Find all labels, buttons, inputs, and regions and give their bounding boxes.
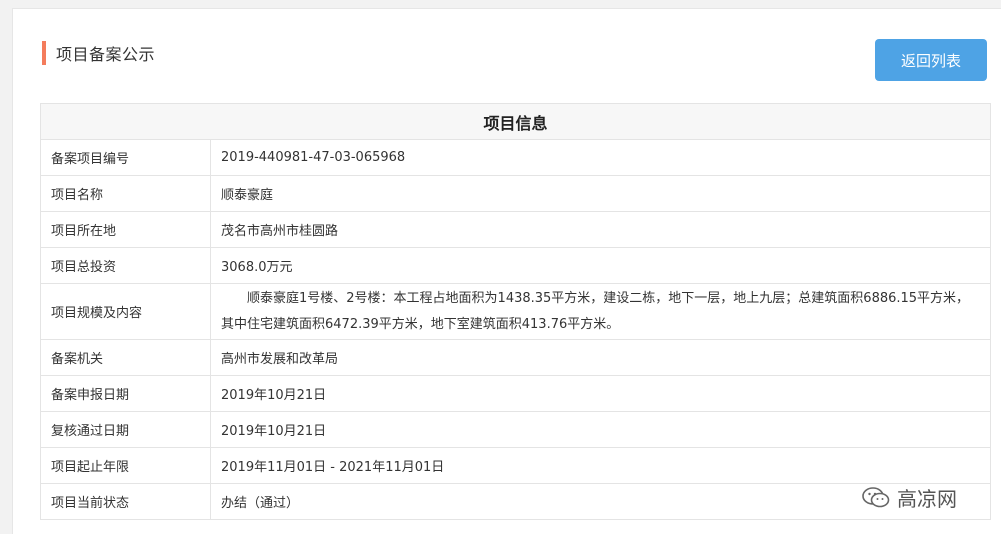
table-row-scope: 项目规模及内容 顺泰豪庭1号楼、2号楼：本工程占地面积为1438.35平方米，建… — [40, 283, 992, 340]
watermark-text: 高凉网 — [897, 487, 957, 511]
title-accent-bar — [42, 41, 46, 65]
row-label: 备案申报日期 — [40, 375, 211, 412]
wechat-icon — [862, 486, 890, 507]
row-value: 顺泰豪庭1号楼、2号楼：本工程占地面积为1438.35平方米，建设二栋，地下一层… — [209, 283, 992, 340]
row-label: 复核通过日期 — [40, 411, 211, 448]
row-label: 项目起止年限 — [40, 447, 211, 484]
row-value: 2019年10月21日 — [209, 375, 992, 412]
table-row-review-date: 复核通过日期 2019年10月21日 — [40, 411, 992, 448]
title-bar: 项目备案公示 — [42, 41, 155, 65]
table-row-investment: 项目总投资 3068.0万元 — [40, 247, 992, 284]
table-row-location: 项目所在地 茂名市高州市桂圆路 — [40, 211, 992, 248]
row-label: 备案项目编号 — [40, 139, 211, 176]
row-label: 项目名称 — [40, 175, 211, 212]
row-label: 项目当前状态 — [40, 483, 211, 520]
table-row-project-code: 备案项目编号 2019-440981-47-03-065968 — [40, 139, 992, 176]
row-value: 2019年11月01日 - 2021年11月01日 — [209, 447, 992, 484]
table-row-authority: 备案机关 高州市发展和改革局 — [40, 339, 992, 376]
watermark: 高凉网 — [861, 483, 957, 512]
row-value: 高州市发展和改革局 — [209, 339, 992, 376]
row-value: 茂名市高州市桂圆路 — [209, 211, 992, 248]
page-title: 项目备案公示 — [56, 45, 156, 64]
row-label: 备案机关 — [40, 339, 211, 376]
back-to-list-button[interactable]: 返回列表 — [875, 39, 987, 81]
row-value: 顺泰豪庭 — [209, 175, 992, 212]
project-info-table: 项目信息 备案项目编号 2019-440981-47-03-065968 项目名… — [39, 103, 992, 520]
table-row-period: 项目起止年限 2019年11月01日 - 2021年11月01日 — [40, 447, 992, 484]
row-value: 2019年10月21日 — [209, 411, 992, 448]
row-label: 项目所在地 — [40, 211, 211, 248]
table-row-status: 项目当前状态 办结（通过） — [40, 483, 992, 520]
row-label: 项目总投资 — [40, 247, 211, 284]
row-value: 3068.0万元 — [209, 247, 992, 284]
row-label: 项目规模及内容 — [40, 283, 211, 340]
table-row-project-name: 项目名称 顺泰豪庭 — [40, 175, 992, 212]
row-value: 2019-440981-47-03-065968 — [209, 139, 992, 176]
content-card: 项目备案公示 返回列表 项目信息 备案项目编号 2019-440981-47-0… — [12, 8, 1001, 534]
table-row-apply-date: 备案申报日期 2019年10月21日 — [40, 375, 992, 412]
table-heading: 项目信息 — [39, 103, 992, 140]
